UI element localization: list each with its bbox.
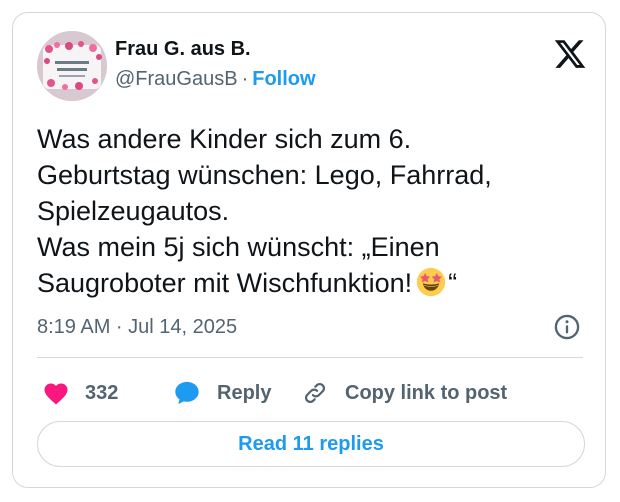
read-replies-button[interactable]: Read 11 replies — [37, 421, 585, 467]
author-handle-row: @FrauGausB · Follow — [115, 68, 316, 91]
tweet-text: Was andere Kinder sich zum 6. Geburtstag… — [37, 121, 577, 301]
separator-dot: · — [241, 68, 249, 90]
heart-icon — [44, 383, 68, 405]
tweet-text-line: Spielzeugautos. — [37, 196, 230, 226]
star-struck-emoji-icon — [417, 267, 446, 297]
tweet-text-line: Was mein 5j sich wünscht: „Einen — [37, 232, 440, 262]
timestamp[interactable]: 8:19 AM · Jul 14, 2025 — [37, 316, 237, 339]
avatar-mug-image — [37, 31, 107, 101]
copy-link-button[interactable]: Copy link to post — [301, 375, 507, 411]
tweet-embed-card: Frau G. aus B. @FrauGausB · Follow Was and… — [12, 12, 606, 488]
tweet-text-line: Saugroboter mit Wischfunktion! — [37, 268, 413, 298]
author-handle[interactable]: @FrauGausB — [115, 68, 238, 90]
copy-link-label: Copy link to post — [345, 381, 508, 404]
speech-bubble-icon — [175, 381, 199, 405]
reply-button[interactable]: Reply — [173, 375, 271, 411]
divider — [37, 357, 583, 358]
tweet-text-last-line: Saugroboter mit Wischfunktion! “ — [37, 265, 577, 301]
x-logo-icon[interactable] — [553, 37, 587, 71]
avatar[interactable] — [37, 31, 107, 101]
info-icon[interactable] — [553, 313, 581, 341]
author-name[interactable]: Frau G. aus B. — [115, 38, 251, 61]
closing-quote: “ — [448, 268, 458, 298]
follow-button[interactable]: Follow — [252, 68, 315, 90]
like-button[interactable]: 332 — [41, 375, 118, 411]
action-bar: 332 Reply Copy link to post — [37, 375, 583, 411]
reply-label: Reply — [217, 381, 272, 404]
like-count: 332 — [85, 381, 119, 404]
tweet-text-line: Geburtstag wünschen: Lego, Fahrrad, — [37, 160, 492, 190]
link-icon — [304, 382, 326, 404]
tweet-text-line: Was andere Kinder sich zum 6. — [37, 124, 412, 154]
